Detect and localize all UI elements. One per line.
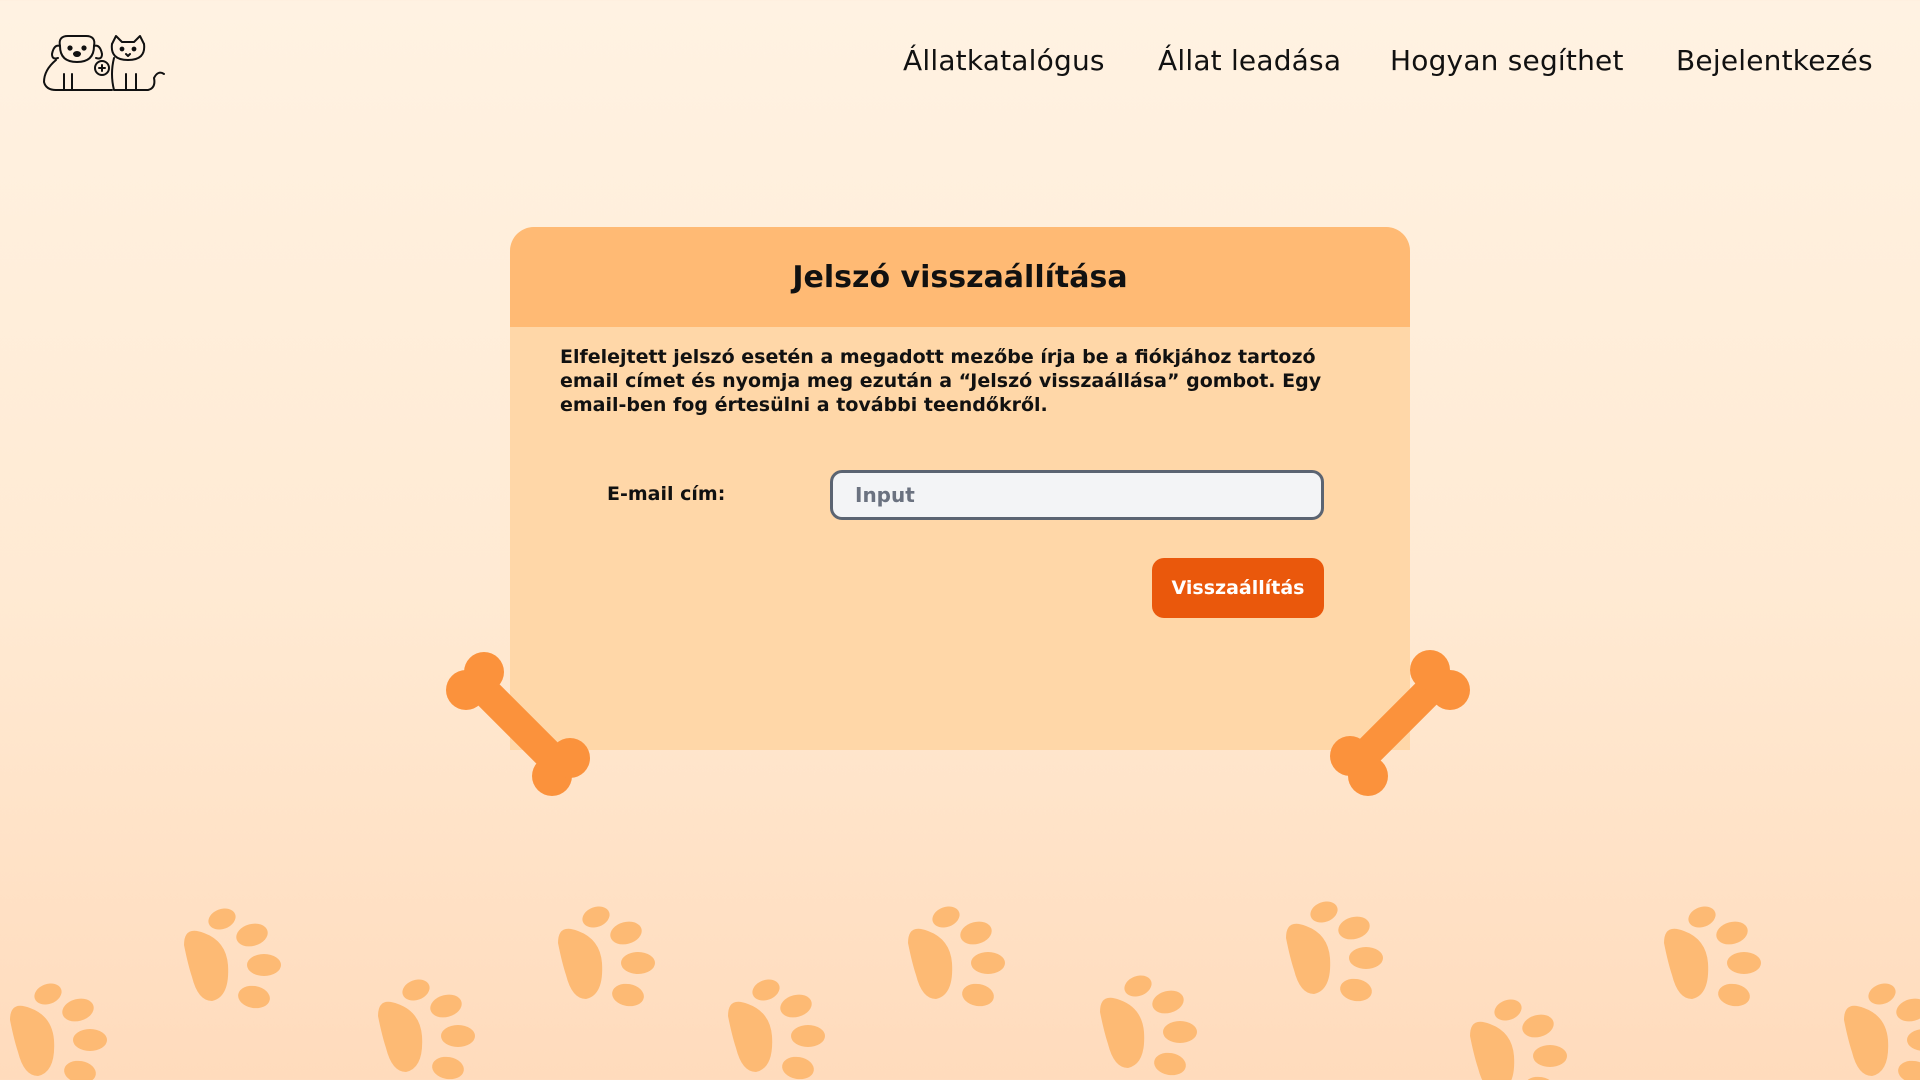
email-input[interactable] [830, 470, 1324, 520]
nav-item-animal-catalog[interactable]: Állatkatalógus [903, 44, 1105, 77]
nav-item-animal-surrender[interactable]: Állat leadása [1158, 44, 1341, 77]
paw-print-icon [908, 903, 1005, 1009]
paw-print-icon [184, 905, 281, 1011]
nav-item-login[interactable]: Bejelentkezés [1676, 44, 1873, 77]
paw-print-icon [1100, 972, 1197, 1078]
bone-icon [1330, 650, 1470, 796]
paw-print-icon [1844, 980, 1920, 1080]
card-description: Elfelejtett jelszó esetén a megadott mez… [560, 346, 1322, 416]
paw-print-icon [1286, 898, 1383, 1004]
password-reset-card: Jelszó visszaállítása Elfelejtett jelszó… [510, 227, 1410, 750]
card-title: Jelszó visszaállítása [792, 259, 1128, 295]
reset-button[interactable]: Visszaállítás [1152, 558, 1324, 618]
paw-print-icon [1664, 903, 1761, 1009]
bone-icon [446, 652, 590, 796]
paw-print-icon [378, 976, 475, 1080]
paw-print-icon [728, 976, 825, 1080]
paw-print-icon [10, 980, 107, 1080]
paw-print-icon [1470, 996, 1567, 1080]
card-header: Jelszó visszaállítása [510, 227, 1410, 327]
top-navigation: Állatkatalógus Állat leadása Hogyan segí… [0, 44, 1920, 84]
paw-print-icon [558, 903, 655, 1009]
nav-item-how-to-help[interactable]: Hogyan segíthet [1390, 44, 1624, 77]
email-label: E-mail cím: [607, 483, 726, 505]
